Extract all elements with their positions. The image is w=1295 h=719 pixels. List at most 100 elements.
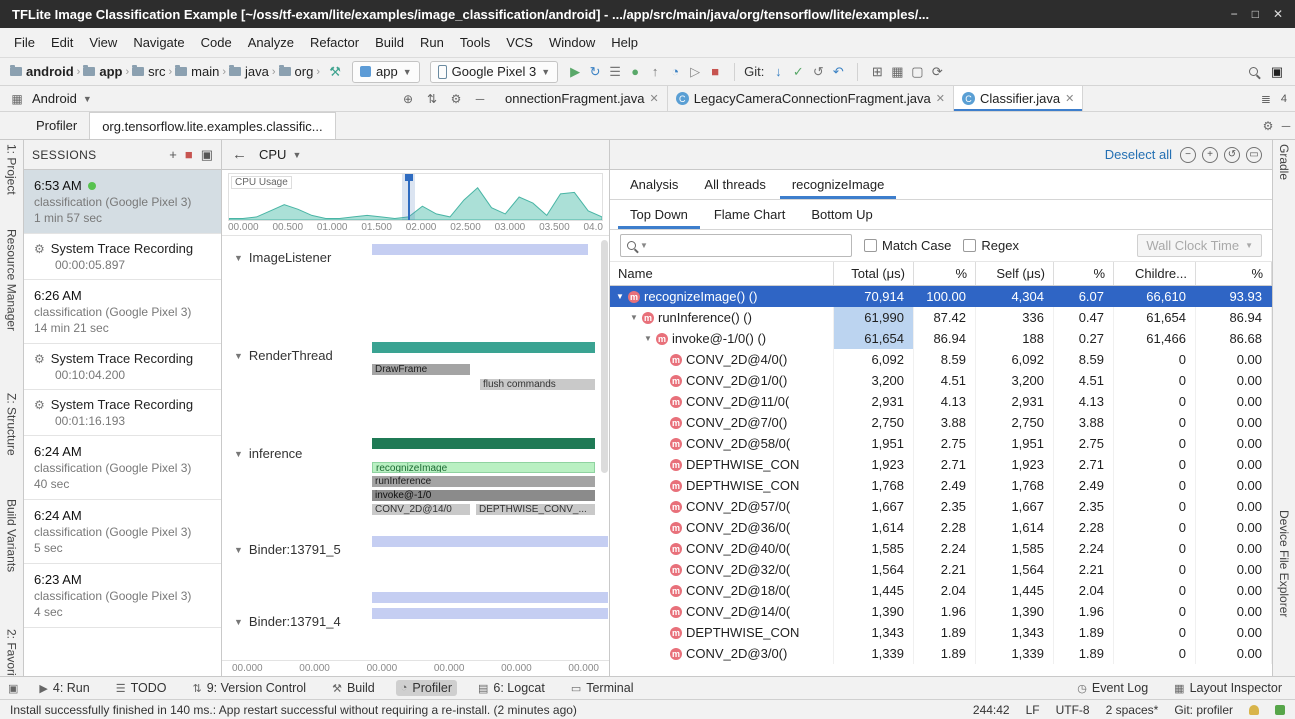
column-header-6[interactable]: % [1196,262,1272,285]
profile-avatar[interactable]: ▣ [1267,62,1287,82]
regex-checkbox[interactable]: Regex [963,238,1019,253]
run-config-dropdown[interactable]: app ▼ [352,61,420,83]
table-row[interactable]: mCONV_2D@14/0(1,3901.961,3901.9600.00 [610,601,1272,622]
stripe-device-file-explorer[interactable]: Device File Explorer [1277,510,1291,617]
minimize-icon[interactable]: − [1231,7,1238,21]
reset-zoom-icon[interactable]: ↺ [1224,147,1240,163]
breadcrumb-src[interactable]: src [130,64,167,79]
recording-item[interactable]: ⚙System Trace Recording00:00:05.897 [24,234,221,280]
search-input[interactable]: ▼ [620,234,852,257]
tab-profiler-session[interactable]: org.tensorflow.lite.examples.classific..… [89,112,335,139]
breadcrumb-android[interactable]: android [8,64,76,79]
menu-item-build[interactable]: Build [367,31,412,54]
hide-panel-icon[interactable]: ─ [1277,119,1295,133]
stop-session-icon[interactable]: ■ [185,147,193,162]
thread-inference[interactable]: ▼inference [234,446,302,461]
trace-bar[interactable] [372,342,595,353]
menu-item-window[interactable]: Window [541,31,603,54]
table-row[interactable]: mCONV_2D@18/0(1,4452.041,4452.0400.00 [610,580,1272,601]
timeline-scrollbar[interactable] [601,240,608,473]
subtab-top-down[interactable]: Top Down [618,200,700,229]
tool-windows-icon[interactable]: ▣ [8,682,18,695]
recording-item[interactable]: ⚙System Trace Recording00:10:04.200 [24,344,221,390]
profiler-view-dropdown[interactable]: CPU ▼ [259,147,301,162]
stripe-build-variants[interactable]: Build Variants [5,499,19,572]
health-indicator[interactable] [1275,705,1285,715]
breadcrumb-app[interactable]: app [81,64,124,79]
session-item[interactable]: 6:24 AMclassification (Google Pixel 3)40… [24,436,221,500]
menu-item-edit[interactable]: Edit [43,31,81,54]
hide-panel-icon[interactable]: ─ [471,92,489,106]
debug-button[interactable]: ● [625,62,645,82]
column-header-2[interactable]: % [914,262,976,285]
tab-recognizeimage[interactable]: recognizeImage [780,170,897,199]
column-header-3[interactable]: Self (μs) [976,262,1054,285]
maximize-icon[interactable]: □ [1252,7,1259,21]
git-branch[interactable]: Git: profiler [1174,703,1233,717]
editor-tab-2[interactable]: CLegacyCameraConnectionFragment.java✕ [668,86,954,111]
selection-handle[interactable] [405,174,413,181]
deselect-all-link[interactable]: Deselect all [1105,147,1172,162]
toolwindow-event-log[interactable]: ◷Event Log [1072,680,1153,696]
table-row[interactable]: mDEPTHWISE_CON1,3431.891,3431.8900.00 [610,622,1272,643]
breadcrumb-java[interactable]: java [227,64,271,79]
table-row[interactable]: mCONV_2D@32/0(1,5642.211,5642.2100.00 [610,559,1272,580]
subtab-bottom-up[interactable]: Bottom Up [799,200,884,229]
menu-item-analyze[interactable]: Analyze [240,31,302,54]
build-hammer-icon[interactable]: ⚒ [325,62,345,82]
session-item[interactable]: 6:23 AMclassification (Google Pixel 3)4 … [24,564,221,628]
collapse-arrow-icon[interactable]: ▼ [234,617,243,627]
file-encoding[interactable]: UTF-8 [1056,703,1090,717]
table-row[interactable]: mCONV_2D@36/0(1,6142.281,6142.2800.00 [610,517,1272,538]
expand-sessions-icon[interactable]: ▣ [201,147,213,163]
table-row[interactable]: ▼mrecognizeImage() ()70,914100.004,3046.… [610,286,1272,307]
trace-bar-flush-commands[interactable]: flush commands [480,379,595,390]
trace-bar[interactable] [372,536,608,547]
toolwindow-terminal[interactable]: ▭Terminal [566,680,639,696]
run-button[interactable]: ▶ [565,62,585,82]
breadcrumb-org[interactable]: org [277,64,316,79]
device-manager-icon[interactable]: ▦ [887,62,907,82]
table-row[interactable]: mCONV_2D@3/0()1,3391.891,3391.8900.00 [610,643,1272,664]
sync-gradle-icon[interactable]: ⟳ [927,62,947,82]
indent-setting[interactable]: 2 spaces* [1106,703,1159,717]
expand-arrow-icon[interactable]: ▼ [644,334,654,343]
run-config-list-icon[interactable]: ☰ [605,62,625,82]
column-header-1[interactable]: Total (μs) [834,262,914,285]
collapse-arrow-icon[interactable]: ▼ [234,253,243,263]
close-tab-icon[interactable]: ✕ [936,92,945,105]
table-row[interactable]: mCONV_2D@40/0(1,5852.241,5852.2400.00 [610,538,1272,559]
column-header-0[interactable]: Name [610,262,834,285]
caret-position[interactable]: 244:42 [973,703,1010,717]
status-message[interactable]: Install successfully finished in 140 ms.… [10,703,957,717]
menu-item-help[interactable]: Help [603,31,646,54]
settings-gear-icon[interactable]: ⚙ [447,92,465,106]
stop-button[interactable]: ■ [705,62,725,82]
line-ending[interactable]: LF [1026,703,1040,717]
toolwindow-build[interactable]: ⚒Build [327,680,380,696]
subtab-flame-chart[interactable]: Flame Chart [702,200,798,229]
trace-bar[interactable] [372,244,588,255]
trace-bar[interactable] [372,592,608,603]
stripe-z-structure[interactable]: Z: Structure [5,393,19,456]
thread-binder-13791-5[interactable]: ▼Binder:13791_5 [234,542,341,557]
editor-tab-1[interactable]: onnectionFragment.java✕ [497,86,668,111]
trace-bar-conv-2d-14-0[interactable]: CONV_2D@14/0 [372,504,470,515]
avd-icon[interactable]: ▢ [907,62,927,82]
toolwindow-profiler[interactable]: ◔Profiler [396,680,457,696]
git-rollback-icon[interactable]: ↶ [828,62,848,82]
hidden-tabs-count[interactable]: 4 [1281,93,1287,105]
trace-bar[interactable] [372,608,608,619]
tab-all-threads[interactable]: All threads [692,170,777,199]
stripe-gradle[interactable]: Gradle [1277,144,1291,180]
thread-imagelistener[interactable]: ▼ImageListener [234,250,331,265]
match-case-checkbox[interactable]: Match Case [864,238,951,253]
column-header-5[interactable]: Childre... [1114,262,1196,285]
toolwindow-layout-inspector[interactable]: ▦Layout Inspector [1169,680,1287,696]
session-item[interactable]: 6:24 AMclassification (Google Pixel 3)5 … [24,500,221,564]
thread-renderthread[interactable]: ▼RenderThread [234,348,333,363]
locate-file-icon[interactable]: ⊕ [399,92,417,106]
toolwindow-6-logcat[interactable]: ▤6: Logcat [473,680,550,696]
cpu-usage-chart[interactable]: CPU Usage 00.00000.50001.00001.50002.000… [222,170,609,236]
session-item[interactable]: 6:53 AMclassification (Google Pixel 3)1 … [24,170,221,234]
